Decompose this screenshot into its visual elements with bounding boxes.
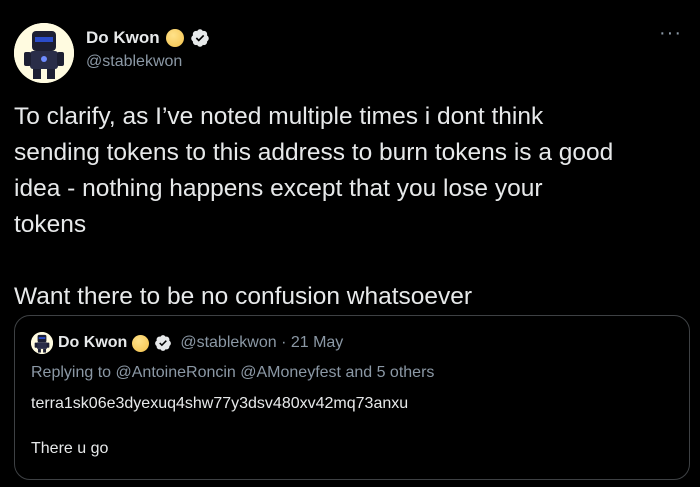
tweet-paragraph-2: Want there to be no confusion whatsoever: [14, 283, 473, 310]
quoted-avatar: [31, 332, 53, 354]
author-handle[interactable]: @stablekwon: [86, 53, 182, 71]
more-icon[interactable]: ···: [659, 23, 682, 43]
author-name[interactable]: Do Kwon: [86, 28, 160, 48]
verified-icon: [190, 29, 209, 47]
coin-icon: [132, 334, 150, 352]
quoted-author-name: Do Kwon: [58, 334, 128, 351]
quoted-address: terra1sk06e3dyexuq4shw77y3dsv480xv42mq73…: [31, 395, 409, 412]
coin-icon: [165, 29, 184, 47]
avatar[interactable]: [14, 23, 74, 83]
replying-prefix: Replying to: [31, 364, 112, 381]
quoted-handle-date: @stablekwon · 21 May: [180, 334, 344, 351]
quoted-text: There u go: [31, 440, 109, 457]
tweet-text: To clarify, as I’ve noted multiple times…: [14, 99, 694, 315]
quoted-tweet[interactable]: Do Kwon @stablekwon · 21 May Replying to…: [14, 315, 690, 480]
author-row: Do Kwon: [86, 28, 210, 48]
verified-icon: [155, 335, 172, 351]
quoted-author-row: Do Kwon @stablekwon · 21 May: [31, 332, 343, 354]
replying-to-line: Replying to @AntoineRoncin @AMoneyfest a…: [31, 364, 434, 382]
tweet-paragraph-1: To clarify, as I’ve noted multiple times…: [14, 103, 614, 238]
robot-avatar-icon: [14, 23, 74, 83]
reply-others[interactable]: and 5 others: [345, 364, 434, 381]
reply-mentions[interactable]: @AntoineRoncin @AMoneyfest: [116, 364, 341, 381]
robot-avatar-icon: [31, 332, 53, 354]
